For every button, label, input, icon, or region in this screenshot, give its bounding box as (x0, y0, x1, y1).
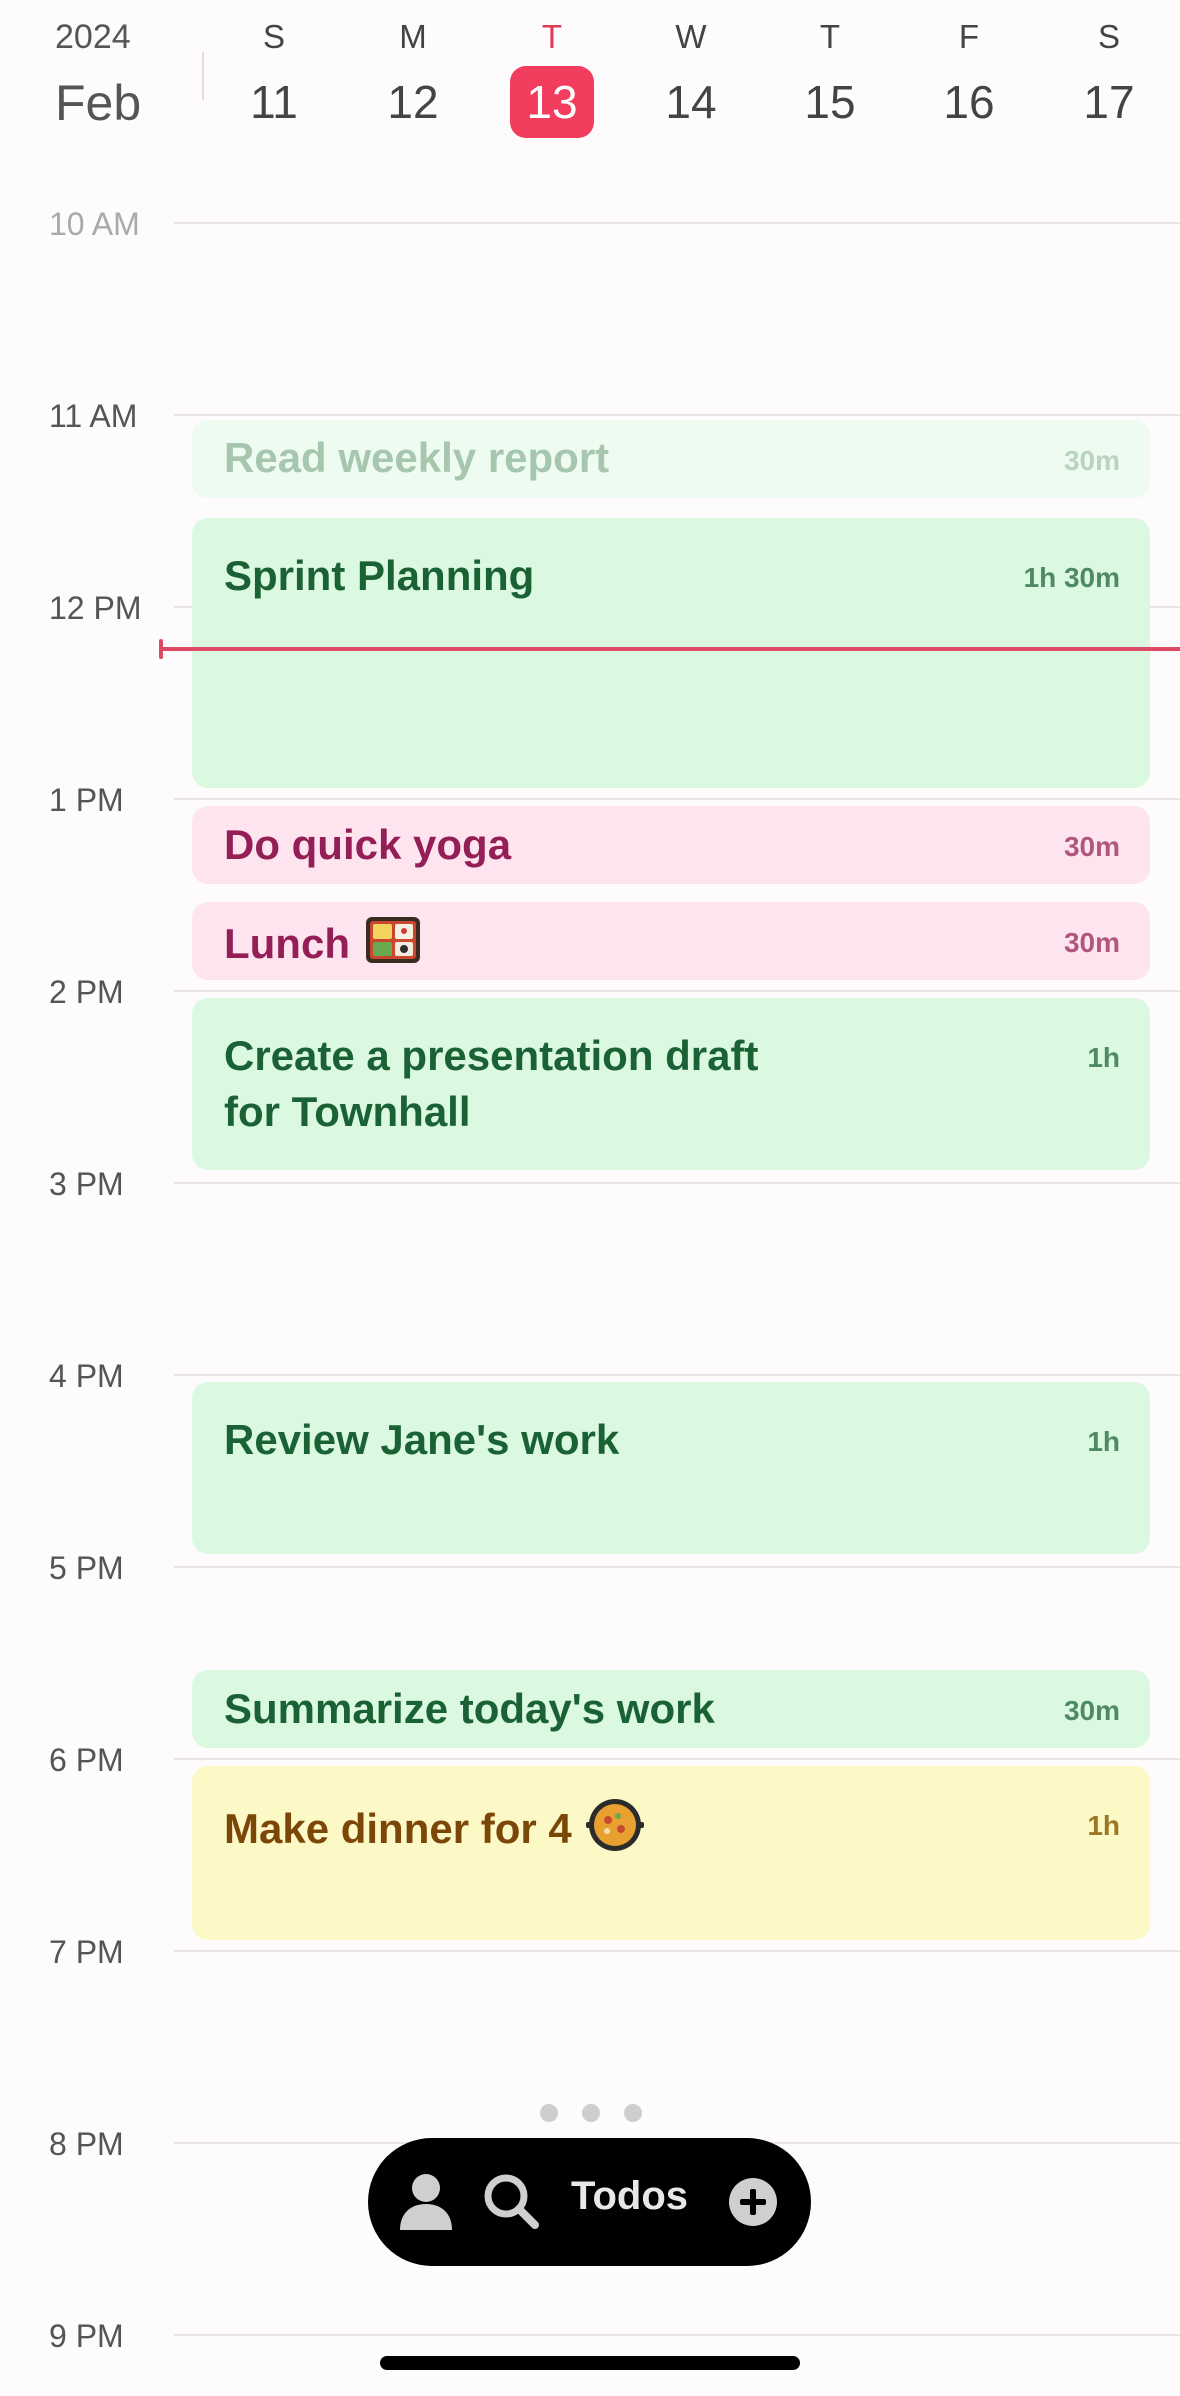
bento-box-icon (364, 913, 422, 981)
day-number-selected: 13 (510, 66, 594, 138)
day-sat[interactable]: S 17 (1059, 18, 1159, 138)
hour-label: 6 PM (49, 1742, 124, 1778)
hour-gridline (174, 1374, 1180, 1376)
day-wed[interactable]: W 14 (641, 18, 741, 138)
event-duration: 30m (1063, 927, 1120, 958)
add-icon[interactable] (729, 2178, 777, 2231)
day-number: 17 (1083, 76, 1135, 128)
hour-label: 4 PM (49, 1358, 124, 1394)
hour-gridline (174, 990, 1180, 992)
event-create-presentation-draft[interactable]: Create a presentation draft for Townhall… (192, 998, 1150, 1170)
event-title: Lunch (224, 920, 350, 968)
hour-label: 11 AM (49, 398, 138, 434)
day-fri[interactable]: F 16 (919, 18, 1019, 138)
event-make-dinner[interactable]: Make dinner for 4 1h (192, 1766, 1150, 1940)
hour-gridline (174, 222, 1180, 224)
day-of-week: F (958, 18, 980, 55)
event-read-weekly-report[interactable]: Read weekly report 30m (192, 420, 1150, 498)
hour-label: 1 PM (49, 782, 124, 818)
day-of-week: M (399, 18, 427, 55)
hour-label: 5 PM (49, 1550, 124, 1586)
hour-gridline (174, 1566, 1180, 1568)
event-title: Summarize today's work (224, 1685, 715, 1732)
day-of-week: W (675, 18, 707, 55)
day-number: 15 (804, 76, 856, 128)
day-thu[interactable]: T 15 (780, 18, 880, 138)
event-duration: 30m (1063, 445, 1120, 476)
event-title: Make dinner for 4 (224, 1805, 572, 1853)
hour-label: 12 PM (49, 590, 142, 626)
page-indicator[interactable] (540, 2104, 650, 2124)
event-duration: 1h 30m (1023, 562, 1121, 593)
day-mon[interactable]: M 12 (363, 18, 463, 138)
hour-label: 3 PM (49, 1166, 124, 1202)
day-of-week: S (262, 18, 285, 55)
event-title: Review Jane's work (224, 1416, 620, 1463)
event-title: Read weekly report (224, 434, 610, 481)
hour-label: 2 PM (49, 974, 124, 1010)
search-icon[interactable] (482, 2172, 540, 2235)
day-of-week: T (541, 18, 563, 55)
hour-gridline (174, 2334, 1180, 2336)
page-dot (582, 2104, 600, 2122)
event-duration: 1h (1087, 1042, 1120, 1073)
event-sprint-planning[interactable]: Sprint Planning 1h 30m (192, 518, 1150, 788)
event-summarize-todays-work[interactable]: Summarize today's work 30m (192, 1670, 1150, 1748)
event-title-wrap: Create a presentation draft for Townhall (224, 1028, 758, 1140)
week-header: 2024 Feb S 11 M 12 T 13 W 14 T 15 F 16 S… (0, 0, 1180, 150)
month-label[interactable]: Feb (55, 74, 141, 132)
day-sun[interactable]: S 11 (224, 18, 324, 138)
day-number: 16 (943, 76, 995, 128)
event-duration: 30m (1063, 1695, 1120, 1726)
page-dot (540, 2104, 558, 2122)
event-title-wrap: Lunch (224, 913, 422, 981)
todos-button[interactable]: Todos (571, 2174, 688, 2219)
event-duration: 30m (1063, 831, 1120, 862)
event-duration: 1h (1087, 1810, 1120, 1841)
year-label: 2024 (55, 18, 131, 56)
profile-icon[interactable] (398, 2170, 454, 2237)
header-divider (202, 52, 204, 100)
hour-label: 9 PM (49, 2318, 124, 2354)
page-dot (624, 2104, 642, 2122)
hour-label: 8 PM (49, 2126, 124, 2162)
event-title-line-1: Create a presentation draft (224, 1032, 759, 1079)
day-number: 12 (387, 76, 439, 128)
event-title: Sprint Planning (224, 552, 535, 599)
hour-gridline (174, 414, 1180, 416)
hour-gridline (174, 1758, 1180, 1760)
bottom-toolbar: Todos (368, 2138, 811, 2266)
event-title-wrap: Make dinner for 4 (224, 1796, 644, 1868)
hour-label: 10 AM (49, 206, 140, 242)
home-indicator[interactable] (380, 2356, 800, 2370)
event-do-quick-yoga[interactable]: Do quick yoga 30m (192, 806, 1150, 884)
event-duration: 1h (1087, 1426, 1120, 1457)
day-tue-today[interactable]: T 13 (502, 18, 602, 138)
day-of-week: S (1097, 18, 1120, 55)
day-number: 14 (665, 76, 717, 128)
day-of-week: T (819, 18, 841, 55)
event-title-line-2: for Townhall (224, 1088, 471, 1135)
current-time-line (162, 647, 1180, 651)
event-lunch[interactable]: Lunch 30m (192, 902, 1150, 980)
paella-pan-icon (585, 1796, 644, 1868)
hour-gridline (174, 1182, 1180, 1184)
hour-gridline (174, 1950, 1180, 1952)
event-review-janes-work[interactable]: Review Jane's work 1h (192, 1382, 1150, 1554)
hour-label: 7 PM (49, 1934, 124, 1970)
hour-gridline (174, 798, 1180, 800)
event-title: Do quick yoga (224, 821, 512, 868)
day-number: 11 (250, 76, 298, 128)
